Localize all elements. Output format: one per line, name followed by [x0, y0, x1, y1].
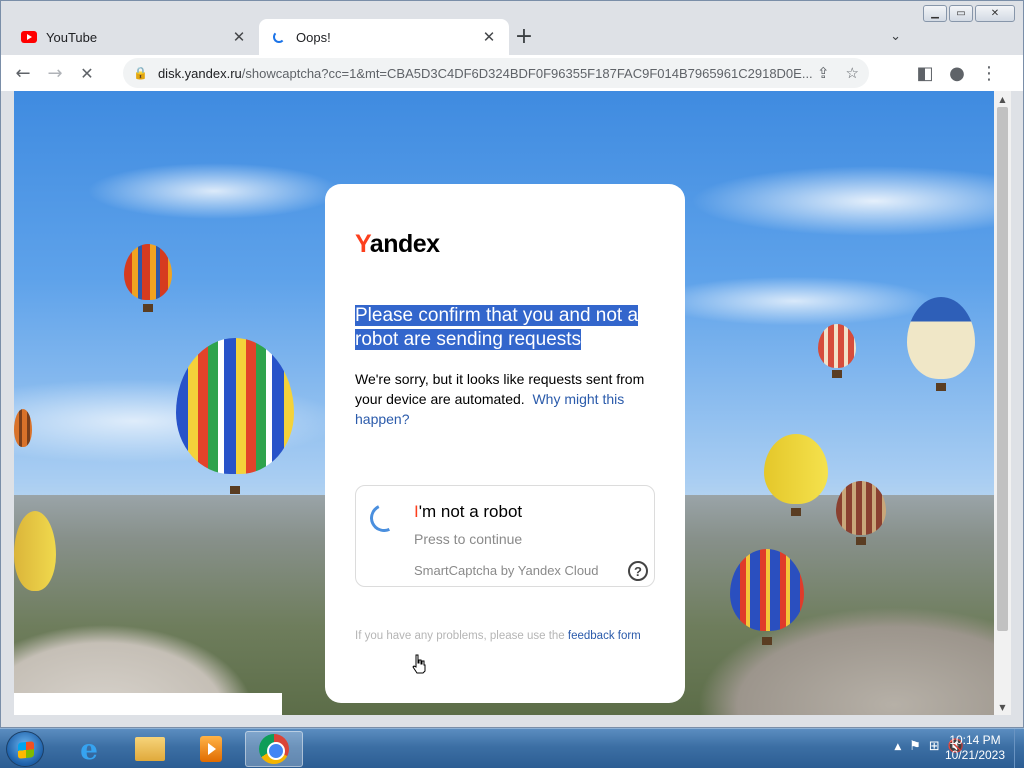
- captcha-card: Yandex Please confirm that you and not a…: [325, 184, 685, 703]
- page-scrollbar[interactable]: ▲ ▼: [994, 91, 1011, 715]
- page-viewport: Yandex Please confirm that you and not a…: [14, 91, 994, 715]
- taskbar-file-explorer[interactable]: [121, 731, 179, 767]
- chrome-icon: [259, 734, 289, 764]
- address-bar[interactable]: 🔒 disk.yandex.ru/showcaptcha?cc=1&mt=CBA…: [123, 58, 869, 88]
- check-title: I'm not a robot: [414, 502, 522, 522]
- side-panel-icon[interactable]: ◧: [911, 59, 939, 87]
- back-button[interactable]: ←: [9, 59, 37, 87]
- problems-note: If you have any problems, please use the…: [355, 627, 655, 645]
- start-button[interactable]: [6, 731, 44, 767]
- url-host: disk.yandex.ru: [157, 65, 242, 81]
- help-icon[interactable]: ?: [628, 561, 648, 581]
- logo-first-letter: Y: [355, 230, 370, 258]
- smartcaptcha-brand: SmartCaptcha by Yandex Cloud: [414, 563, 599, 578]
- close-tab-icon[interactable]: ✕: [481, 28, 497, 46]
- tab-title: Oops!: [296, 29, 331, 45]
- action-center-icon[interactable]: ⚑: [909, 739, 921, 754]
- tab-youtube[interactable]: YouTube ✕: [9, 19, 259, 55]
- captcha-headline: Please confirm that you and not a robot …: [355, 304, 655, 352]
- taskbar-media-player[interactable]: [182, 731, 240, 767]
- chrome-menu-icon[interactable]: ⋮: [975, 59, 1003, 87]
- url-path: /showcaptcha?cc=1&mt=CBA5D3C4DF6D324BDF0…: [241, 65, 813, 81]
- problems-text: If you have any problems, please use the: [355, 630, 565, 642]
- forward-button[interactable]: →: [41, 59, 69, 87]
- close-tab-icon[interactable]: ✕: [231, 28, 247, 46]
- loading-spinner-icon: [366, 500, 402, 536]
- hand-cursor-icon: [412, 654, 426, 674]
- scroll-up-icon[interactable]: ▲: [994, 91, 1011, 107]
- stop-loading-button[interactable]: ✕: [73, 59, 101, 87]
- minimize-button[interactable]: ▁: [923, 5, 947, 22]
- bookmark-star-icon[interactable]: ☆: [846, 64, 859, 82]
- youtube-icon: [21, 29, 37, 45]
- headline-text: Please confirm that you and not a robot …: [355, 305, 639, 350]
- network-icon[interactable]: ⊞: [929, 739, 940, 754]
- clock-date: 10/21/2023: [944, 748, 1006, 762]
- tab-title: YouTube: [46, 29, 98, 45]
- logo-rest: andex: [369, 230, 440, 258]
- balloon-image: [907, 297, 975, 391]
- balloon-image: [764, 434, 828, 516]
- tab-strip: YouTube ✕ Oops! ✕: [9, 19, 509, 55]
- url-text[interactable]: disk.yandex.ru/showcaptcha?cc=1&mt=CBA5D…: [158, 66, 817, 81]
- taskbar-internet-explorer[interactable]: e: [60, 731, 118, 767]
- balloon-image: [818, 324, 856, 378]
- page-bottom-strip: [14, 693, 282, 715]
- clock-time: 10:14 PM: [949, 733, 1001, 747]
- feedback-link[interactable]: feedback form: [568, 630, 641, 642]
- balloon-image: [176, 338, 294, 494]
- balloon-image: [124, 244, 172, 312]
- window-controls: ▁ ▭ ✕: [923, 5, 1015, 22]
- yandex-logo: Yandex: [355, 230, 440, 259]
- scroll-down-icon[interactable]: ▼: [994, 699, 1011, 715]
- tray-expand-icon[interactable]: ▲: [894, 742, 901, 752]
- new-tab-button[interactable]: +: [513, 26, 535, 49]
- internet-explorer-icon: e: [80, 732, 98, 766]
- balloon-image: [730, 549, 804, 645]
- windows-taskbar: e ▲ ⚑ ⊞ 🔇 10:14 PM 10/21/2023: [0, 728, 1024, 768]
- browser-window: YouTube ✕ Oops! ✕ + ⌄ ▁ ▭ ✕ ← → ✕ 🔒 disk…: [0, 0, 1024, 728]
- share-icon[interactable]: ⇪: [817, 64, 830, 82]
- tab-oops[interactable]: Oops! ✕: [259, 19, 509, 55]
- close-window-button[interactable]: ✕: [975, 5, 1015, 22]
- captcha-body: We're sorry, but it looks like requests …: [355, 369, 661, 429]
- browser-titlebar: YouTube ✕ Oops! ✕ + ⌄ ▁ ▭ ✕: [1, 1, 1023, 55]
- profile-avatar-icon[interactable]: ●: [943, 59, 971, 87]
- not-a-robot-checkbox[interactable]: I'm not a robot Press to continue SmartC…: [355, 485, 655, 587]
- media-player-icon: [200, 736, 222, 762]
- check-title-rest: 'm not a robot: [418, 502, 523, 521]
- taskbar-clock[interactable]: 10:14 PM 10/21/2023: [940, 733, 1010, 763]
- browser-toolbar: ← → ✕ 🔒 disk.yandex.ru/showcaptcha?cc=1&…: [1, 55, 1023, 91]
- taskbar-chrome[interactable]: [245, 731, 303, 767]
- balloon-image: [14, 409, 32, 447]
- tab-search-button[interactable]: ⌄: [890, 29, 901, 44]
- maximize-button[interactable]: ▭: [949, 5, 973, 22]
- loading-icon: [271, 29, 287, 45]
- balloon-image: [836, 481, 886, 545]
- folder-icon: [135, 737, 165, 761]
- scroll-thumb[interactable]: [997, 107, 1008, 631]
- lock-icon: 🔒: [133, 66, 148, 80]
- windows-logo-icon: [18, 741, 34, 759]
- show-desktop-button[interactable]: [1014, 729, 1024, 768]
- check-subtitle: Press to continue: [414, 531, 523, 547]
- balloon-image: [14, 511, 56, 591]
